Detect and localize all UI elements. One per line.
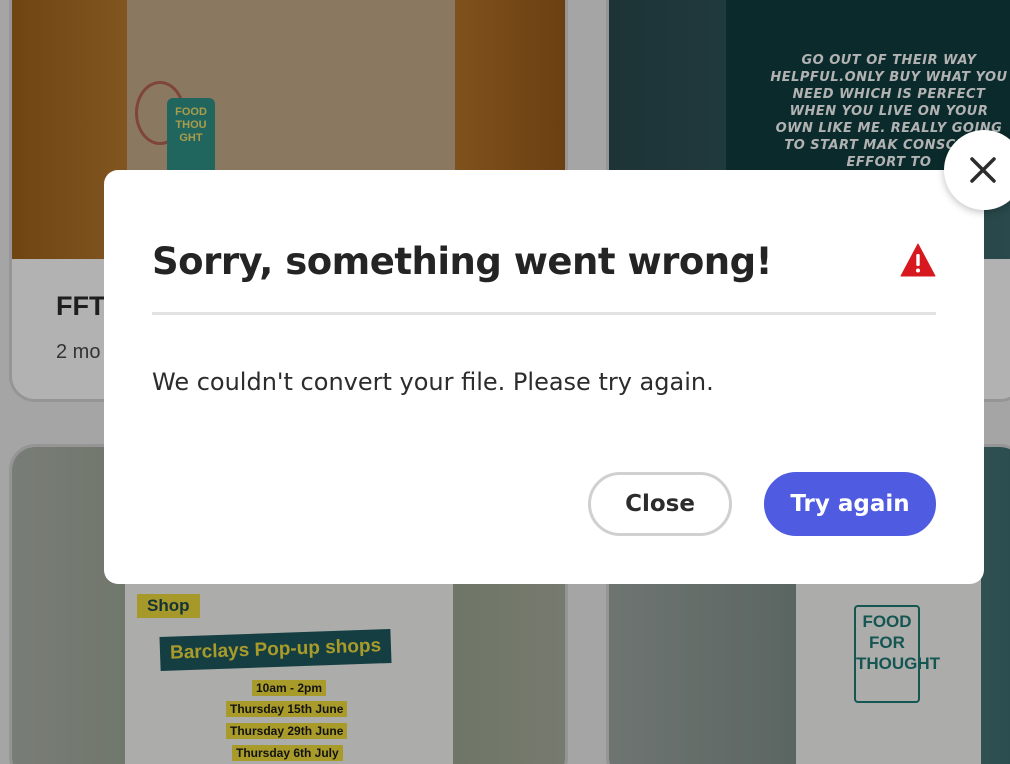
close-button[interactable]: Close [588,472,732,536]
try-again-button[interactable]: Try again [764,472,936,536]
warning-icon [900,243,936,277]
error-dialog: Sorry, something went wrong! We couldn't… [104,170,984,584]
dialog-title: Sorry, something went wrong! [152,240,773,283]
error-message: We couldn't convert your file. Please tr… [152,368,714,396]
title-divider [152,312,936,315]
close-icon [970,157,996,183]
